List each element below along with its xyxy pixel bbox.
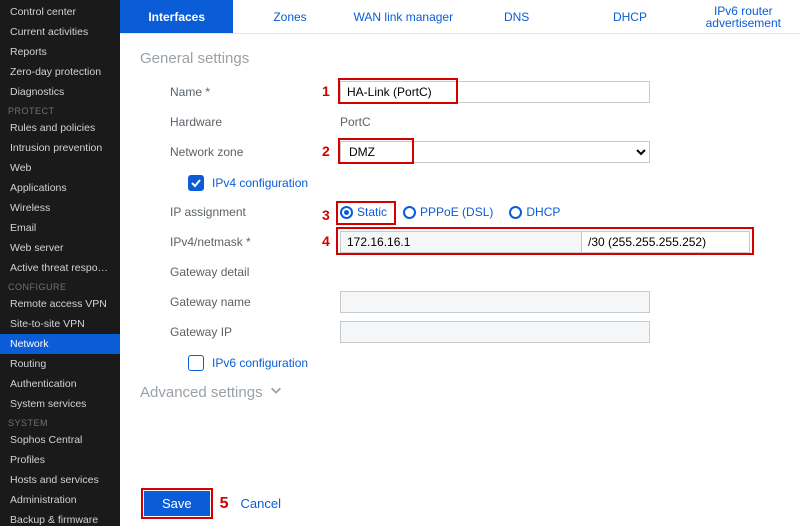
ip-input[interactable] xyxy=(340,231,582,253)
nav-routing[interactable]: Routing xyxy=(0,354,120,374)
row-ipv4-netmask: IPv4/netmask * 4 xyxy=(140,227,780,257)
row-gw-name: Gateway name xyxy=(140,287,780,317)
ipv4-checkbox[interactable] xyxy=(188,175,204,191)
nav-reports[interactable]: Reports xyxy=(0,42,120,62)
tab-dns[interactable]: DNS xyxy=(460,0,573,33)
nav-ips[interactable]: Intrusion prevention xyxy=(0,138,120,158)
nav-current-activities[interactable]: Current activities xyxy=(0,22,120,42)
advanced-title: Advanced settings xyxy=(140,384,263,401)
radio-static[interactable]: Static xyxy=(340,205,387,219)
row-ipv4-toggle: IPv4 configuration xyxy=(140,167,780,197)
nav-sophos-central[interactable]: Sophos Central xyxy=(0,430,120,450)
label-gw-ip: Gateway IP xyxy=(140,325,340,339)
radio-pppoe[interactable]: PPPoE (DSL) xyxy=(403,205,493,219)
nav-section-protect: PROTECT xyxy=(0,102,120,118)
label-hardware: Hardware xyxy=(140,115,340,129)
nav-section-system: SYSTEM xyxy=(0,414,120,430)
label-gw-detail: Gateway detail xyxy=(140,265,340,279)
label-ipv4-netmask: IPv4/netmask * xyxy=(140,235,340,249)
check-icon xyxy=(191,178,201,188)
label-zone: Network zone xyxy=(140,145,340,159)
hardware-value: PortC xyxy=(340,115,371,129)
nav-diagnostics[interactable]: Diagnostics xyxy=(0,82,120,102)
cancel-link[interactable]: Cancel xyxy=(241,496,281,511)
zone-select[interactable]: DMZ xyxy=(340,141,650,163)
callout-num-1: 1 xyxy=(322,83,330,99)
radio-dhcp[interactable]: DHCP xyxy=(509,205,560,219)
nav-email[interactable]: Email xyxy=(0,218,120,238)
nav-rules[interactable]: Rules and policies xyxy=(0,118,120,138)
tab-wan-link[interactable]: WAN link manager xyxy=(347,0,460,33)
row-name: Name * 1 xyxy=(140,77,780,107)
form-content: General settings Name * 1 Hardware PortC… xyxy=(120,34,800,485)
gw-ip-input[interactable] xyxy=(340,321,650,343)
ipv6-label: IPv6 configuration xyxy=(212,356,308,370)
nav-backup[interactable]: Backup & firmware xyxy=(0,510,120,526)
nav-hosts[interactable]: Hosts and services xyxy=(0,470,120,490)
row-ip-assign: IP assignment 3 Static PPPoE (DSL) DHCP xyxy=(140,197,780,227)
nav-apps[interactable]: Applications xyxy=(0,178,120,198)
tab-zones[interactable]: Zones xyxy=(233,0,346,33)
tab-interfaces[interactable]: Interfaces xyxy=(120,0,233,33)
nav-auth[interactable]: Authentication xyxy=(0,374,120,394)
label-gw-name: Gateway name xyxy=(140,295,340,309)
label-ip-assign: IP assignment xyxy=(140,205,340,219)
chevron-down-icon xyxy=(269,383,283,401)
callout-num-2: 2 xyxy=(322,143,330,159)
row-zone: Network zone 2 DMZ xyxy=(140,137,780,167)
callout-num-4: 4 xyxy=(322,233,330,249)
form-footer: Save 5 Cancel xyxy=(120,485,800,526)
tab-ipv6-router-adv[interactable]: IPv6 router advertisement xyxy=(687,0,800,33)
gw-name-input[interactable] xyxy=(340,291,650,313)
nav-zero-day[interactable]: Zero-day protection xyxy=(0,62,120,82)
ip-assign-radiogroup: Static PPPoE (DSL) DHCP xyxy=(340,205,780,219)
row-gw-ip: Gateway IP xyxy=(140,317,780,347)
nav-web[interactable]: Web xyxy=(0,158,120,178)
nav-ra-vpn[interactable]: Remote access VPN xyxy=(0,294,120,314)
page-tabs: Interfaces Zones WAN link manager DNS DH… xyxy=(120,0,800,34)
save-button[interactable]: Save xyxy=(144,491,210,516)
ipv4-label: IPv4 configuration xyxy=(212,176,308,190)
nav-wireless[interactable]: Wireless xyxy=(0,198,120,218)
section-advanced[interactable]: Advanced settings xyxy=(140,383,780,401)
nav-admin[interactable]: Administration xyxy=(0,490,120,510)
sidebar: Control center Current activities Report… xyxy=(0,0,120,526)
nav-section-configure: CONFIGURE xyxy=(0,278,120,294)
netmask-input[interactable] xyxy=(582,231,750,253)
nav-sys-services[interactable]: System services xyxy=(0,394,120,414)
ip-netmask-group xyxy=(340,231,750,253)
callout-num-3: 3 xyxy=(322,207,330,223)
row-gw-detail: Gateway detail xyxy=(140,257,780,287)
label-name: Name * xyxy=(140,85,340,99)
row-hardware: Hardware PortC xyxy=(140,107,780,137)
row-ipv6-toggle: IPv6 configuration xyxy=(140,347,780,377)
nav-network[interactable]: Network xyxy=(0,334,120,354)
name-input[interactable] xyxy=(340,81,650,103)
nav-profiles[interactable]: Profiles xyxy=(0,450,120,470)
callout-num-5: 5 xyxy=(220,495,229,513)
nav-web-server[interactable]: Web server xyxy=(0,238,120,258)
main-pane: Interfaces Zones WAN link manager DNS DH… xyxy=(120,0,800,526)
section-general: General settings xyxy=(140,50,780,67)
nav-s2s-vpn[interactable]: Site-to-site VPN xyxy=(0,314,120,334)
nav-control-center[interactable]: Control center xyxy=(0,2,120,22)
ipv6-checkbox[interactable] xyxy=(188,355,204,371)
nav-atr[interactable]: Active threat response xyxy=(0,258,120,278)
tab-dhcp[interactable]: DHCP xyxy=(573,0,686,33)
